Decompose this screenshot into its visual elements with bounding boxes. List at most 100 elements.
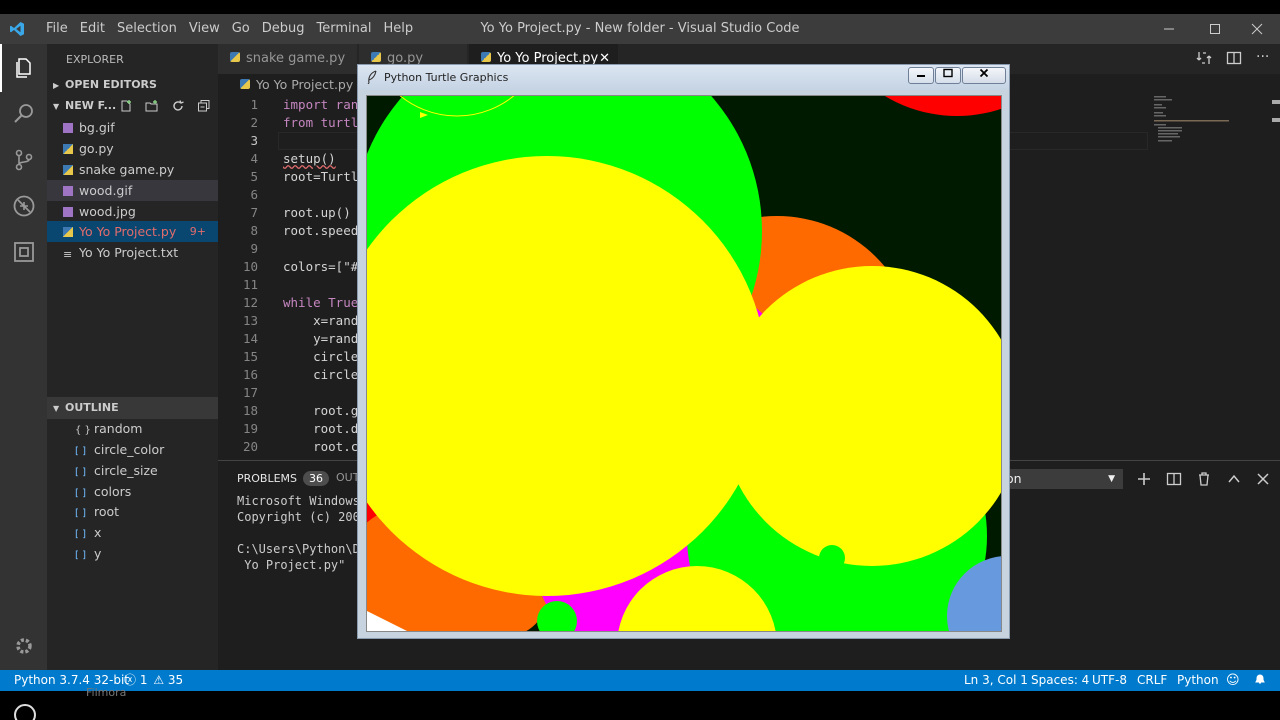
file-label: wood.gif [79,183,133,198]
line-number: 16 [242,367,258,382]
outline-item-root[interactable]: [ ] root [47,501,218,522]
menu-terminal[interactable]: Terminal [311,14,378,44]
code-line: while True [283,295,359,310]
line-number: 15 [242,349,258,364]
variable-icon: [ ] [75,467,86,478]
line-number: 12 [242,295,258,310]
breadcrumb[interactable]: Yo Yo Project.py› [218,74,362,96]
python-file-icon [371,52,381,62]
line-number: 13 [242,313,258,328]
file-item-wood-gif[interactable]: wood.gif [47,180,218,201]
code-line: root.d [283,421,359,436]
code-line: circle [283,349,359,364]
terminal-line: Microsoft Windows [237,494,368,508]
vscode-window: File Edit Selection View Go Debug Termin… [0,0,1280,720]
variable-icon: [ ] [75,550,86,561]
menu-view[interactable]: View [183,14,226,44]
tab-label: snake game.py [246,51,346,66]
close-icon [979,68,989,78]
line-number: 2 [250,115,258,130]
eol-status[interactable]: CRLF [1137,670,1167,691]
chevron-up-icon[interactable] [1226,471,1242,487]
file-item-go-py[interactable]: go.py [47,138,218,159]
file-item-snake-game-py[interactable]: snake game.py [47,159,218,180]
menu-edit[interactable]: Edit [74,14,111,44]
file-item-bg-gif[interactable]: bg.gif [47,117,218,138]
tab-snake-game[interactable]: snake game.py [218,44,358,74]
source-control-activity[interactable] [0,136,47,184]
menu-file[interactable]: File [40,14,74,44]
outline-item-y[interactable]: [ ] y [47,543,218,564]
notifications-bell-icon[interactable] [1254,670,1266,691]
problems-count-badge: 36 [303,471,330,486]
new-file-icon[interactable] [119,99,133,113]
menu-go[interactable]: Go [226,14,256,44]
line-number: 11 [242,277,258,292]
split-terminal-icon[interactable] [1166,471,1182,487]
refresh-icon[interactable] [171,99,185,113]
turtle-close-button[interactable] [962,67,1006,84]
file-item-wood-jpg[interactable]: wood.jpg [47,201,218,222]
letterbox-top [0,0,1280,14]
turtle-drawing [367,96,1001,631]
new-folder-icon[interactable] [145,99,159,113]
problems-status[interactable]: ⓧ 1 ⚠ 35 [124,670,183,691]
cursor-position-status[interactable]: Ln 3, Col 1 [964,670,1028,691]
outline-item-circle-color[interactable]: [ ] circle_color [47,439,218,460]
code-line: root=Turtl [283,169,359,184]
outline-header[interactable]: ▼ OUTLINE [47,397,218,419]
outline-item-random[interactable]: { } random [47,418,218,439]
code-line: root.c [283,439,359,454]
error-icon: ⓧ [124,673,137,687]
trash-icon[interactable] [1196,471,1212,487]
code-line: root.up() [283,205,351,220]
menu-selection[interactable]: Selection [111,14,183,44]
debug-activity[interactable] [0,182,47,230]
open-changes-icon[interactable] [1196,50,1212,66]
outline-item-circle-size[interactable]: [ ] circle_size [47,460,218,481]
explorer-activity[interactable] [0,44,47,92]
encoding-status[interactable]: UTF-8 [1092,670,1127,691]
search-icon [13,104,33,123]
close-window-button[interactable] [1234,14,1280,44]
variable-icon: [ ] [75,508,86,519]
outline-item-colors[interactable]: [ ] colors [47,481,218,502]
outline-item-x[interactable]: [ ] x [47,522,218,543]
maximize-button[interactable] [1192,14,1238,44]
add-terminal-icon[interactable] [1136,471,1152,487]
turtle-minimize-button[interactable] [908,67,934,84]
minimize-icon [917,75,925,77]
terminal-select[interactable]: on ▼ [998,469,1123,489]
minimap[interactable] [1152,96,1270,156]
circle-green [819,545,845,571]
title-bar: File Edit Selection View Go Debug Termin… [0,14,1280,44]
turtle-canvas[interactable] [366,95,1002,632]
close-panel-icon[interactable] [1255,471,1271,487]
collapse-all-icon[interactable] [197,99,211,113]
settings-activity[interactable] [0,622,47,670]
turtle-title-bar[interactable]: Python Turtle Graphics [358,65,1009,90]
turtle-maximize-button[interactable] [935,67,961,84]
code-line: y=rand [283,331,359,346]
python-file-icon [240,79,250,89]
feedback-smiley-icon[interactable]: ☺ [1226,670,1240,691]
extensions-activity[interactable] [0,228,47,276]
chevron-down-icon: ▼ [53,404,60,413]
menu-debug[interactable]: Debug [256,14,311,44]
file-item-yo-yo-project-txt[interactable]: ≡ Yo Yo Project.txt [47,242,218,263]
more-actions-icon[interactable]: ··· [1256,49,1269,65]
open-editors-header[interactable]: ▶ OPEN EDITORS [47,74,218,96]
minimize-button[interactable] [1146,14,1192,44]
search-activity[interactable] [0,90,47,138]
indentation-status[interactable]: Spaces: 4 [1031,670,1089,691]
files-icon [15,58,31,78]
menu-help[interactable]: Help [377,14,419,44]
tab-output[interactable]: OUT [336,471,359,484]
language-status[interactable]: Python [1177,670,1219,691]
tab-problems[interactable]: PROBLEMS 36 [237,471,330,486]
module-icon: { } [75,425,91,436]
variable-icon: [ ] [75,488,86,499]
split-editor-icon[interactable] [1226,50,1242,66]
code-line: setup() [283,151,336,166]
file-item-yo-yo-project-py[interactable]: Yo Yo Project.py 9+ [47,221,218,242]
